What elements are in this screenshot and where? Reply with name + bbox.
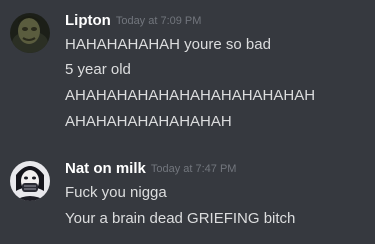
message-text: Your a brain dead GRIEFING bitch: [65, 210, 296, 227]
avatar[interactable]: [10, 13, 50, 53]
timestamp: Today at 7:09 PM: [115, 15, 202, 27]
message-header: Lipton Today at 7:09 PM: [65, 10, 371, 32]
username[interactable]: Nat on milk: [65, 160, 146, 177]
user-avatar-image: [10, 13, 50, 53]
chat-messages: Lipton Today at 7:09 PM HAHAHAHAHAH youre…: [0, 0, 375, 244]
message-text: 5 year old: [65, 61, 131, 78]
username[interactable]: Lipton: [65, 12, 111, 29]
user-avatar-image: [10, 161, 50, 201]
message-text: HAHAHAHAHAH youre so bad: [65, 36, 271, 53]
message-text: AHAHAHAHAHAHAHAH: [65, 113, 232, 130]
timestamp: Today at 7:47 PM: [150, 163, 237, 175]
message-text: Fuck you nigga: [65, 184, 167, 201]
avatar[interactable]: [10, 161, 50, 201]
message-text: AHAHAHAHAHAHAHAHAHAHAHAH: [65, 87, 316, 104]
message-header: Nat on milk Today at 7:47 PM: [65, 158, 371, 180]
